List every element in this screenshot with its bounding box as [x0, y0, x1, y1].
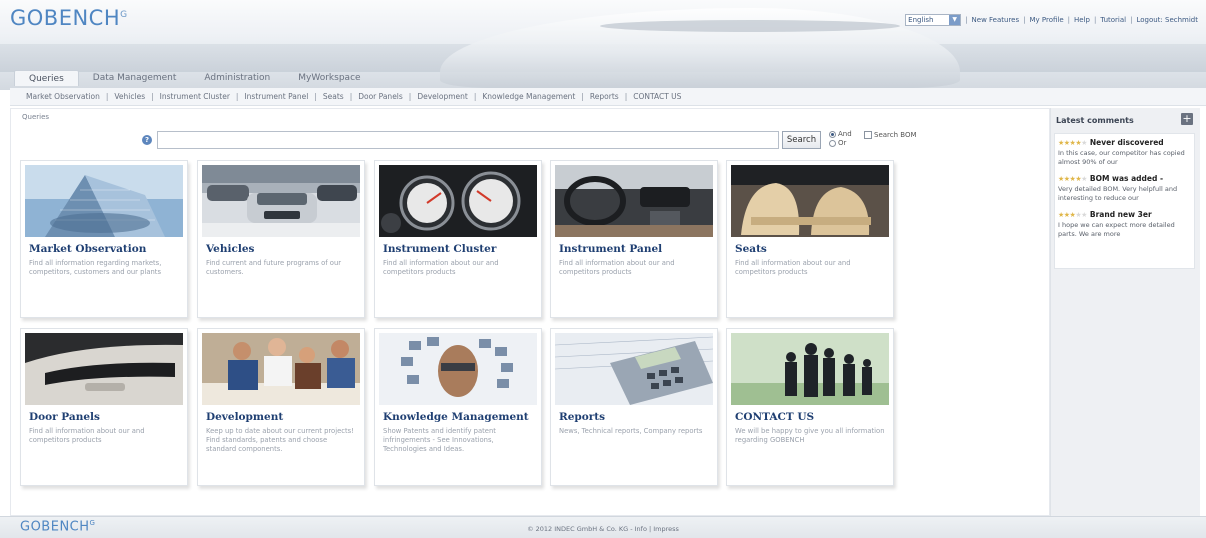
- radio-or-label: Or: [838, 139, 847, 147]
- search-bom-checkbox[interactable]: [864, 131, 872, 139]
- calculator-image: [555, 333, 713, 405]
- subnav-vehicles[interactable]: Vehicles: [114, 92, 145, 101]
- sub-navigation: Market Observation | Vehicles | Instrument…: [10, 88, 1206, 106]
- office-building-image: [25, 165, 183, 237]
- card-title: Instrument Cluster: [383, 243, 497, 255]
- card-title: Knowledge Management: [383, 411, 529, 423]
- breadcrumb: Queries: [22, 113, 50, 121]
- logo-sup: G: [120, 10, 128, 20]
- tab-data-management[interactable]: Data Management: [79, 70, 191, 86]
- link-logout[interactable]: Logout: Sechmidt: [1136, 16, 1198, 24]
- cars-image: [202, 165, 360, 237]
- footer-copyright[interactable]: © 2012 INDEC GmbH & Co. KG - Info | Impr…: [0, 525, 1206, 533]
- subnav-reports[interactable]: Reports: [590, 92, 619, 101]
- link-tutorial[interactable]: Tutorial: [1100, 16, 1126, 24]
- card-desc: Find all information about our and compe…: [735, 259, 851, 276]
- tab-queries[interactable]: Queries: [14, 70, 79, 86]
- card-seats[interactable]: Seats Find all information about our and…: [726, 160, 894, 318]
- rating-stars-icon: ★★★★★: [1058, 210, 1087, 219]
- subnav-contact-us[interactable]: CONTACT US: [633, 92, 681, 101]
- car-seats-image: [731, 165, 889, 237]
- search-button[interactable]: Search: [782, 131, 821, 149]
- card-desc: Find current and future programs of our …: [206, 259, 342, 276]
- link-my-profile[interactable]: My Profile: [1029, 16, 1063, 24]
- language-value: English: [908, 16, 934, 24]
- help-icon[interactable]: ?: [142, 135, 152, 145]
- card-desc: Show Patents and identify patent infring…: [383, 427, 496, 453]
- card-instrument-panel[interactable]: Instrument Panel Find all information ab…: [550, 160, 718, 318]
- top-links: English ▼ | New Features | My Profile | …: [905, 14, 1198, 26]
- card-reports[interactable]: Reports News, Technical reports, Company…: [550, 328, 718, 486]
- gauges-image: [379, 165, 537, 237]
- radio-and-label: And: [838, 130, 852, 138]
- link-new-features[interactable]: New Features: [972, 16, 1020, 24]
- main-tabs: Queries Data Management Administration M…: [14, 70, 375, 86]
- card-door-panels[interactable]: Door Panels Find all information about o…: [20, 328, 188, 486]
- card-market-observation[interactable]: Market Observation Find all information …: [20, 160, 188, 318]
- add-comment-icon[interactable]: +: [1181, 113, 1193, 125]
- comment-item[interactable]: ★★★★★ Brand new 3er I hope we can expect…: [1058, 210, 1191, 238]
- card-desc: Find all information about our and compe…: [559, 259, 675, 276]
- app-logo[interactable]: GOBENCHG: [10, 6, 128, 30]
- card-desc: Find all information about our and compe…: [383, 259, 499, 276]
- search-bom-label: Search BOM: [874, 131, 917, 139]
- radio-and-row[interactable]: And: [829, 130, 852, 139]
- chevron-down-icon[interactable]: ▼: [949, 15, 961, 25]
- link-help[interactable]: Help: [1074, 16, 1090, 24]
- latest-comments-title: Latest comments: [1056, 116, 1134, 125]
- subnav-development[interactable]: Development: [417, 92, 468, 101]
- tab-administration[interactable]: Administration: [190, 70, 284, 86]
- card-title: Vehicles: [206, 243, 255, 255]
- search-input[interactable]: [157, 131, 779, 149]
- subnav-knowledge-management[interactable]: Knowledge Management: [482, 92, 575, 101]
- subnav-door-panels[interactable]: Door Panels: [358, 92, 403, 101]
- search-mode-radios: And Or: [829, 130, 852, 148]
- comment-title: BOM was added -: [1089, 174, 1164, 183]
- rating-stars-icon: ★★★★★: [1058, 174, 1087, 183]
- card-instrument-cluster[interactable]: Instrument Cluster Find all information …: [374, 160, 542, 318]
- comment-title: Never discovered: [1089, 138, 1164, 147]
- card-contact-us[interactable]: CONTACT US We will be happy to give you …: [726, 328, 894, 486]
- card-title: Instrument Panel: [559, 243, 663, 255]
- card-title: Reports: [559, 411, 606, 423]
- door-panel-image: [25, 333, 183, 405]
- logo-text: GOBENCH: [10, 6, 121, 30]
- dashboard-image: [555, 165, 713, 237]
- rating-stars-icon: ★★★★★: [1058, 138, 1087, 147]
- card-title: Door Panels: [29, 411, 100, 423]
- comments-list: ★★★★★ Never discovered In this case, our…: [1054, 133, 1195, 269]
- card-title: Development: [206, 411, 284, 423]
- subnav-market-observation[interactable]: Market Observation: [26, 92, 100, 101]
- comment-item[interactable]: ★★★★★ Never discovered In this case, our…: [1058, 138, 1191, 166]
- comment-text: I hope we can expect more detailed parts…: [1058, 221, 1175, 238]
- card-knowledge-management[interactable]: Knowledge Management Show Patents and id…: [374, 328, 542, 486]
- card-development[interactable]: Development Keep up to date about our cu…: [197, 328, 365, 486]
- subnav-seats[interactable]: Seats: [323, 92, 344, 101]
- business-people-image: [731, 333, 889, 405]
- card-desc: Find all information about our and compe…: [29, 427, 145, 444]
- comment-item[interactable]: ★★★★★ BOM was added - Very detailed BOM.…: [1058, 174, 1191, 202]
- tab-myworkspace[interactable]: MyWorkspace: [284, 70, 374, 86]
- meeting-image: [202, 333, 360, 405]
- card-title: Market Observation: [29, 243, 147, 255]
- card-vehicles[interactable]: Vehicles Find current and future program…: [197, 160, 365, 318]
- card-desc: Find all information regarding markets, …: [29, 259, 162, 276]
- search-bom-checkbox-row[interactable]: Search BOM: [864, 131, 917, 139]
- comment-title: Brand new 3er: [1089, 210, 1152, 219]
- radio-or[interactable]: [829, 139, 836, 147]
- subnav-instrument-panel[interactable]: Instrument Panel: [244, 92, 308, 101]
- comment-text: In this case, our competitor has copied …: [1058, 149, 1185, 166]
- subnav-instrument-cluster[interactable]: Instrument Cluster: [160, 92, 230, 101]
- card-desc: We will be happy to give you all informa…: [735, 427, 885, 444]
- card-title: CONTACT US: [735, 411, 815, 423]
- header-car-highlight: [600, 20, 900, 32]
- comment-text: Very detailed BOM. Very helpfull and int…: [1058, 185, 1178, 202]
- card-desc: News, Technical reports, Company reports: [559, 427, 703, 435]
- card-desc: Keep up to date about our current projec…: [206, 427, 354, 453]
- radio-or-row[interactable]: Or: [829, 139, 852, 148]
- face-screens-image: [379, 333, 537, 405]
- language-select[interactable]: English ▼: [905, 14, 962, 26]
- radio-and[interactable]: [829, 130, 836, 138]
- card-title: Seats: [735, 243, 767, 255]
